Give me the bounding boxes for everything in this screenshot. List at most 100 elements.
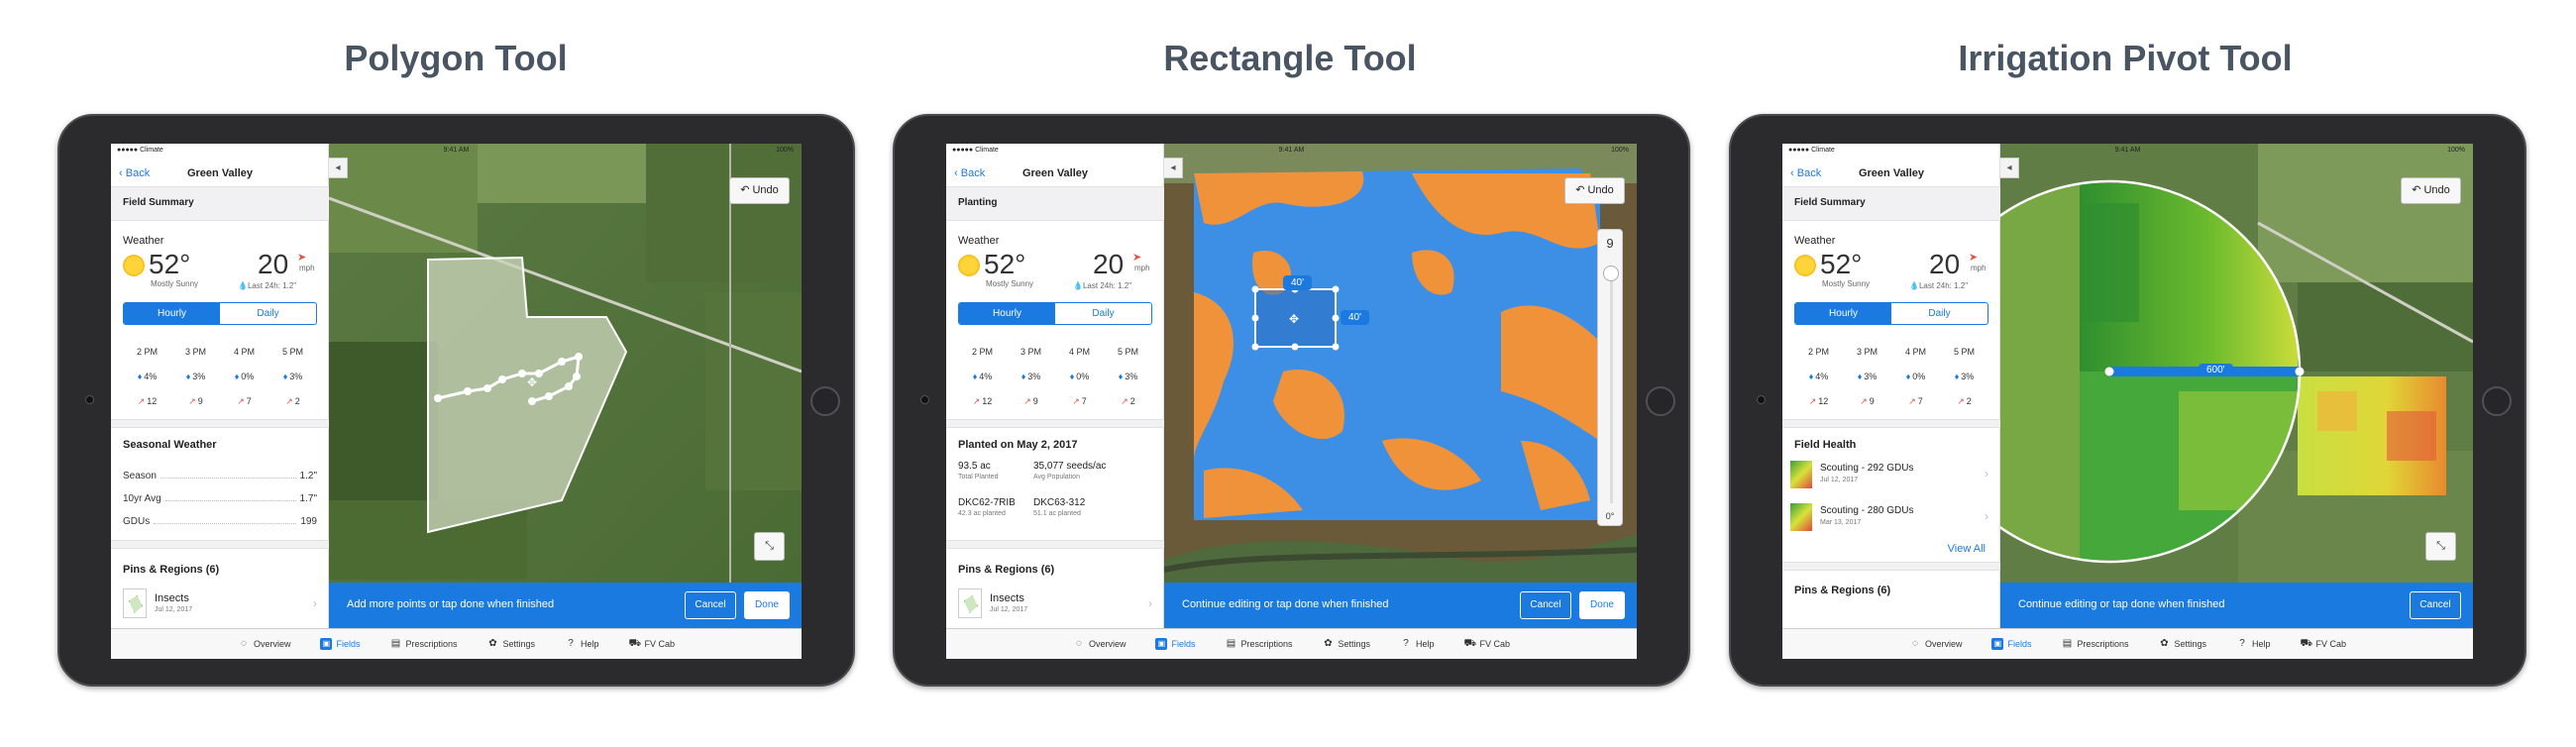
svg-text:✥: ✥ (527, 375, 537, 389)
wind-unit: mph (299, 264, 315, 272)
sidebar: ‹ Back Green Valley Planting Weather 52°… (946, 144, 1164, 628)
drop-icon: ♦ (1808, 372, 1814, 381)
drop-icon: ♦ (1857, 372, 1863, 381)
tab-hourly[interactable]: Hourly (124, 303, 220, 324)
map-image[interactable]: ✥ (329, 144, 802, 628)
pins-title: Pins & Regions (6) (958, 564, 1055, 576)
wind-arrow-icon: ↗ (188, 396, 196, 406)
wind-arrow-icon: ↗ (1121, 396, 1128, 406)
done-button[interactable]: Done (744, 591, 790, 619)
divider (946, 540, 1164, 549)
map[interactable]: ✥ 40' 40' ◂ ↶ Undo 9 0° Continue editing… (1164, 144, 1637, 628)
home-button[interactable] (2482, 386, 2512, 416)
view-all-link[interactable]: View All (1948, 543, 1986, 555)
forecast-toggle[interactable]: Hourly Daily (1794, 302, 1988, 325)
wind-arrow-icon: ↗ (1908, 396, 1916, 406)
tractor-icon: ⛟ (628, 638, 642, 649)
cancel-button[interactable]: Cancel (685, 591, 736, 619)
stat-value: DKC63-312 (1033, 497, 1086, 508)
precip-cell: ♦ 4% (972, 372, 993, 381)
collapse-sidebar-button[interactable]: ◂ (329, 158, 348, 178)
pin-item[interactable]: Insects Jul 12, 2017 › (111, 585, 329, 624)
map[interactable]: ✥ ◂ ↶ Undo ⤡ Add more points or tap done… (329, 144, 802, 628)
tab-hourly[interactable]: Hourly (959, 303, 1055, 324)
hours-row: 2 PM 3 PM 4 PM 5 PM (123, 347, 317, 357)
tab-fv-cab[interactable]: ⛟ FV Cab (2301, 629, 2347, 659)
prescriptions-icon: ▤ (1226, 638, 1236, 649)
seasonal-row: Season 1.2" (123, 471, 317, 481)
forecast-toggle[interactable]: Hourly Daily (958, 302, 1152, 325)
condition: Mostly Sunny (151, 279, 199, 288)
camera (920, 395, 929, 404)
tab-fields[interactable]: ▣ Fields (1991, 629, 2031, 659)
tab-overview[interactable]: ◌ Overview (1073, 629, 1127, 659)
tab-prescriptions[interactable]: ▤ Prescriptions (389, 629, 458, 659)
status-bar: ●●●●● Climate 9:41 AM 100% (946, 144, 1637, 158)
hour: 3 PM (1020, 347, 1041, 357)
done-button[interactable]: Done (1579, 591, 1625, 619)
drop-icon: ♦ (1069, 372, 1075, 381)
tab-settings[interactable]: ✿ Settings (2159, 629, 2206, 659)
tab-fv-cab[interactable]: ⛟ FV Cab (1464, 629, 1511, 659)
tab-overview[interactable]: ◌ Overview (238, 629, 291, 659)
pin-item[interactable]: Insects Jul 12, 2017 › (946, 585, 1164, 624)
screen: ●●●●● Climate 9:41 AM 100% ‹ Back Green … (111, 144, 802, 659)
cancel-button[interactable]: Cancel (2410, 591, 2461, 619)
slider-track[interactable] (1610, 266, 1613, 503)
tab-prescriptions[interactable]: ▤ Prescriptions (2061, 629, 2129, 659)
forecast-toggle[interactable]: Hourly Daily (123, 302, 317, 325)
map[interactable]: 600' ◂ ↶ Undo ⤡ Continue editing or tap … (2000, 144, 2473, 628)
undo-button[interactable]: ↶ Undo (2401, 177, 2461, 204)
tab-daily[interactable]: Daily (1891, 303, 1987, 324)
collapse-sidebar-button[interactable]: ◂ (1164, 158, 1183, 178)
cancel-button[interactable]: Cancel (1520, 591, 1571, 619)
hours-row: 2 PM 3 PM 4 PM 5 PM (1794, 347, 1988, 357)
tab-fv-cab[interactable]: ⛟ FV Cab (629, 629, 676, 659)
tab-help[interactable]: ? Help (2236, 629, 2270, 659)
ndvi-thumbnail (1790, 461, 1812, 488)
undo-button[interactable]: ↶ Undo (729, 177, 790, 204)
help-icon: ? (2239, 638, 2245, 649)
tab-daily[interactable]: Daily (220, 303, 316, 324)
pin-thumbnail (123, 588, 147, 618)
tab-fields[interactable]: ▣ Fields (320, 629, 360, 659)
undo-button[interactable]: ↶ Undo (1564, 177, 1625, 204)
hours-row: 2 PM 3 PM 4 PM 5 PM (958, 347, 1152, 357)
fields-icon: ▣ (1155, 638, 1168, 650)
map-image[interactable]: ✥ (1164, 144, 1637, 628)
tab-fields[interactable]: ▣ Fields (1155, 629, 1195, 659)
expand-map-button[interactable]: ⤡ (754, 532, 785, 561)
tab-settings[interactable]: ✿ Settings (1323, 629, 1370, 659)
tractor-icon: ⛟ (1463, 638, 1477, 649)
tractor-icon: ⛟ (2300, 638, 2313, 649)
map-image[interactable] (2000, 144, 2473, 628)
help-icon: ? (1403, 638, 1409, 649)
home-button[interactable] (1646, 386, 1675, 416)
rotation-slider[interactable]: 9 0° (1597, 229, 1623, 526)
expand-map-button[interactable]: ⤡ (2425, 532, 2456, 561)
height-label: 40' (1341, 310, 1370, 325)
health-item[interactable]: Scouting - 292 GDUs Jul 12, 2017 › (1782, 455, 2000, 496)
health-item[interactable]: Scouting - 280 GDUs Mar 13, 2017 › (1782, 497, 2000, 539)
pin-name: Insects (990, 592, 1024, 604)
home-button[interactable] (810, 386, 840, 416)
clock: 9:41 AM (1278, 147, 1305, 154)
overview-icon: ◌ (240, 638, 247, 649)
rotate-icon: 9 (1606, 236, 1614, 251)
radius-label: 600' (2199, 364, 2233, 376)
tab-settings[interactable]: ✿ Settings (487, 629, 535, 659)
drop-icon: ♦ (1118, 372, 1124, 381)
tab-overview[interactable]: ◌ Overview (1909, 629, 1963, 659)
collapse-sidebar-button[interactable]: ◂ (2000, 158, 2019, 178)
hour: 5 PM (281, 347, 303, 357)
wind-cell: ↗ 12 (972, 396, 993, 406)
tab-prescriptions[interactable]: ▤ Prescriptions (1225, 629, 1293, 659)
tab-help[interactable]: ? Help (1400, 629, 1434, 659)
tab-hourly[interactable]: Hourly (1795, 303, 1891, 324)
divider (111, 540, 329, 549)
condition: Mostly Sunny (986, 279, 1034, 288)
tab-daily[interactable]: Daily (1055, 303, 1151, 324)
tab-help[interactable]: ? Help (565, 629, 598, 659)
section-title: Field Summary (1794, 197, 1866, 208)
slider-knob[interactable] (1603, 266, 1619, 281)
